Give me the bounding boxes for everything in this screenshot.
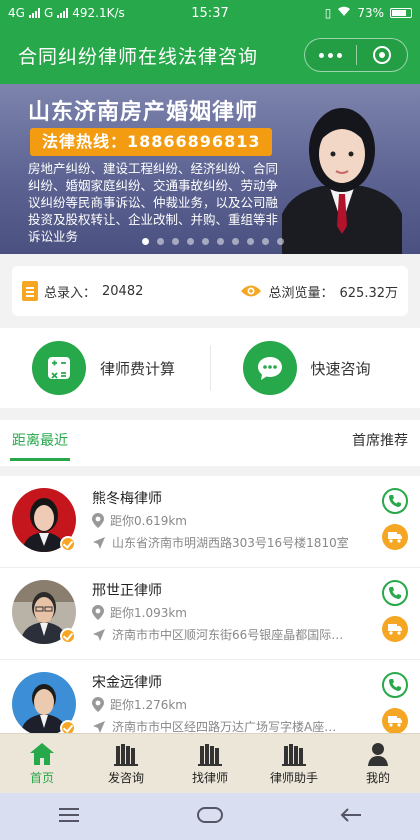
home-icon xyxy=(30,742,54,765)
nav-home[interactable]: 首页 xyxy=(0,734,84,793)
truck-chat-icon xyxy=(388,624,402,635)
lawyer-distance: 距你0.619km xyxy=(92,512,187,529)
chat-bubble-icon xyxy=(242,341,297,395)
truck-chat-icon xyxy=(388,716,402,727)
total-entries-label: 总录入： xyxy=(44,285,97,301)
calculator-icon xyxy=(32,341,86,395)
location-pin-icon xyxy=(92,513,104,528)
network-type-2: G xyxy=(43,6,54,20)
lawyer-name: 宋金远律师 xyxy=(92,675,162,691)
status-bar: 4G G 492.1K/s 15:37 ▯ 73% xyxy=(0,0,420,26)
total-views-label: 总浏览量： xyxy=(268,285,334,301)
document-icon xyxy=(22,281,38,301)
network-type: 4G xyxy=(8,6,25,20)
quick-consult-button[interactable]: 快速咨询 xyxy=(211,328,420,408)
close-target-icon xyxy=(372,46,391,64)
verified-badge-icon xyxy=(60,536,76,552)
tab-nearest[interactable]: 距离最近 xyxy=(10,430,70,461)
total-entries-value: 20482 xyxy=(102,283,144,299)
lawyer-distance: 距你1.276km xyxy=(92,696,187,713)
home-button[interactable] xyxy=(196,806,224,828)
call-button[interactable] xyxy=(382,488,408,514)
more-dots-icon xyxy=(318,52,342,58)
quick-actions: 律师费计算 快速咨询 xyxy=(0,328,420,408)
signal-icon xyxy=(28,8,40,18)
nav-mine-label: 我的 xyxy=(365,770,390,785)
more-button[interactable] xyxy=(305,39,356,71)
lawyer-name: 邢世正律师 xyxy=(92,583,162,599)
verified-badge-icon xyxy=(60,628,76,644)
navigation-arrow-icon xyxy=(93,536,105,549)
page-title: 合同纠纷律师在线法律咨询 xyxy=(18,45,259,68)
menu-icon xyxy=(59,807,80,822)
nav-find-lawyer-label: 找律师 xyxy=(191,770,228,785)
network-speed: 492.1K/s xyxy=(72,6,125,20)
close-button[interactable] xyxy=(357,39,408,71)
nav-post-question-label: 发咨询 xyxy=(107,770,144,785)
banner-hotline[interactable]: 法律热线：18866896813 xyxy=(30,128,273,156)
wifi-icon xyxy=(337,6,351,20)
message-button[interactable] xyxy=(382,708,408,734)
nav-assistant-label: 律师助手 xyxy=(269,770,318,785)
battery-icon xyxy=(390,8,412,18)
vibrate-icon: ▯ xyxy=(324,6,332,20)
message-button[interactable] xyxy=(382,524,408,550)
navigation-arrow-icon xyxy=(93,628,105,641)
stats-card: 总录入： 20482 总浏览量： 625.32万 xyxy=(12,266,408,316)
signal-icon-2 xyxy=(57,8,69,18)
miniprogram-capsule xyxy=(304,38,408,72)
nav-assistant[interactable]: 律师助手 xyxy=(252,734,336,793)
books-icon xyxy=(114,743,138,766)
eye-icon xyxy=(241,285,262,297)
menu-button[interactable] xyxy=(57,806,81,828)
battery-percent: 73% xyxy=(357,6,384,20)
nav-home-label: 首页 xyxy=(29,770,54,785)
lawyer-address: 济南市市中区顺河东街66号银座晶都国际… xyxy=(92,626,368,643)
home-pill-icon xyxy=(196,806,223,823)
title-bar: 合同纠纷律师在线法律咨询 xyxy=(0,26,420,84)
lawyer-card[interactable]: 熊冬梅律师 距你0.619km 山东省济南市明湖西路303号16号楼1810室 xyxy=(0,476,420,568)
phone-icon xyxy=(389,679,401,691)
banner-headline: 山东济南房产婚姻律师 xyxy=(28,99,259,125)
banner-description: 房地产纠纷、建设工程纠纷、经济纠纷、合同纠纷、婚姻家庭纠纷、交通事故纠纷、劳动争… xyxy=(28,161,279,244)
lawyer-portrait xyxy=(282,108,402,254)
fee-calculator-button[interactable]: 律师费计算 xyxy=(0,328,210,408)
location-pin-icon xyxy=(92,697,104,712)
tab-recommend[interactable]: 首席推荐 xyxy=(352,430,408,450)
books-icon xyxy=(282,743,306,766)
phone-icon xyxy=(389,495,401,507)
system-nav-bar xyxy=(0,793,420,840)
truck-chat-icon xyxy=(388,532,402,543)
navigation-arrow-icon xyxy=(93,720,105,733)
lawyer-card[interactable]: 邢世正律师 距你1.093km 济南市市中区顺河东街66号银座晶都国际… xyxy=(0,568,420,660)
call-button[interactable] xyxy=(382,580,408,606)
fee-calculator-label: 律师费计算 xyxy=(100,359,176,378)
nav-mine[interactable]: 我的 xyxy=(336,734,420,793)
lawyer-tabs: 距离最近 首席推荐 xyxy=(0,420,420,466)
message-button[interactable] xyxy=(382,616,408,642)
user-icon xyxy=(368,742,388,766)
lawyer-address: 山东省济南市明湖西路303号16号楼1810室 xyxy=(92,534,368,551)
back-button[interactable] xyxy=(339,806,363,828)
total-views-value: 625.32万 xyxy=(339,285,399,301)
call-button[interactable] xyxy=(382,672,408,698)
back-arrow-icon xyxy=(340,807,361,822)
lawyer-list: 熊冬梅律师 距你0.619km 山东省济南市明湖西路303号16号楼1810室 xyxy=(0,476,420,752)
bottom-nav: 首页 发咨询 找律师 律师助手 我的 xyxy=(0,733,420,793)
promo-banner[interactable]: 山东济南房产婚姻律师 法律热线：18866896813 房地产纠纷、建设工程纠纷… xyxy=(0,84,420,254)
lawyer-name: 熊冬梅律师 xyxy=(92,491,162,507)
books-icon xyxy=(198,743,222,766)
banner-pager xyxy=(142,238,284,245)
quick-consult-label: 快速咨询 xyxy=(310,359,371,378)
nav-post-question[interactable]: 发咨询 xyxy=(84,734,168,793)
phone-icon xyxy=(389,587,401,599)
nav-find-lawyer[interactable]: 找律师 xyxy=(168,734,252,793)
lawyer-distance: 距你1.093km xyxy=(92,604,187,621)
location-pin-icon xyxy=(92,605,104,620)
